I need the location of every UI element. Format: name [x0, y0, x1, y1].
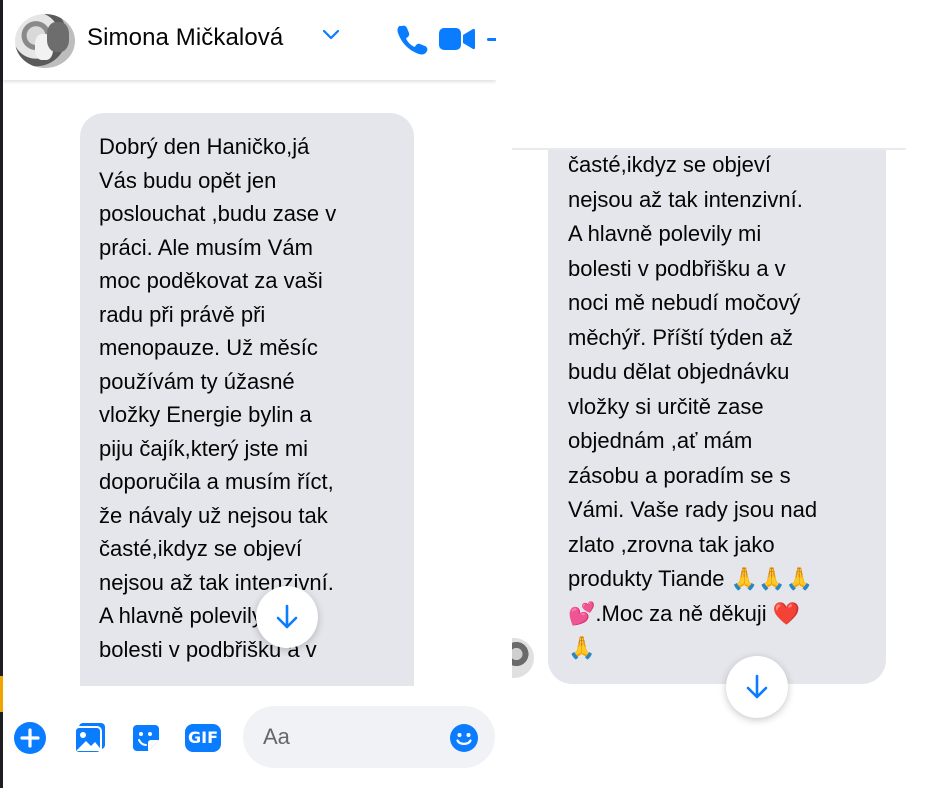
plus-icon[interactable] [13, 721, 47, 755]
gif-icon[interactable]: GIF [185, 724, 221, 752]
divider [512, 148, 906, 150]
right-chat-panel: časté,ikdyz se objeví nejsou až tak inte… [512, 148, 906, 728]
chat-header: Simona Mičkalová [3, 0, 496, 80]
phone-icon[interactable] [395, 23, 429, 55]
arrow-down-icon [276, 604, 298, 629]
avatar[interactable] [15, 14, 75, 68]
window-edge [0, 0, 3, 788]
message-bubble-continued: časté,ikdyz se objeví nejsou až tak inte… [548, 148, 886, 684]
photo-icon[interactable] [73, 721, 107, 755]
scroll-down-button[interactable] [256, 586, 318, 648]
chevron-down-icon[interactable] [321, 22, 341, 46]
more-options-icon[interactable] [487, 38, 496, 41]
sender-avatar [512, 638, 534, 678]
emoji-icon[interactable] [449, 723, 479, 753]
message-text-continued: časté,ikdyz se objeví nejsou až tak inte… [568, 152, 818, 660]
arrow-down-icon [746, 674, 768, 699]
message-bubble: Dobrý den Haničko,já Vás budu opět jen p… [80, 113, 414, 733]
left-chat-panel: Simona Mičkalová Dobrý den Haničko,já Vá… [0, 0, 496, 788]
sticker-icon[interactable] [129, 721, 163, 755]
message-composer: GIF [3, 686, 496, 788]
video-icon[interactable] [439, 26, 475, 52]
scroll-down-button-right[interactable] [726, 656, 788, 718]
message-text: Dobrý den Haničko,já Vás budu opět jen p… [99, 134, 337, 662]
contact-name[interactable]: Simona Mičkalová [87, 24, 283, 52]
